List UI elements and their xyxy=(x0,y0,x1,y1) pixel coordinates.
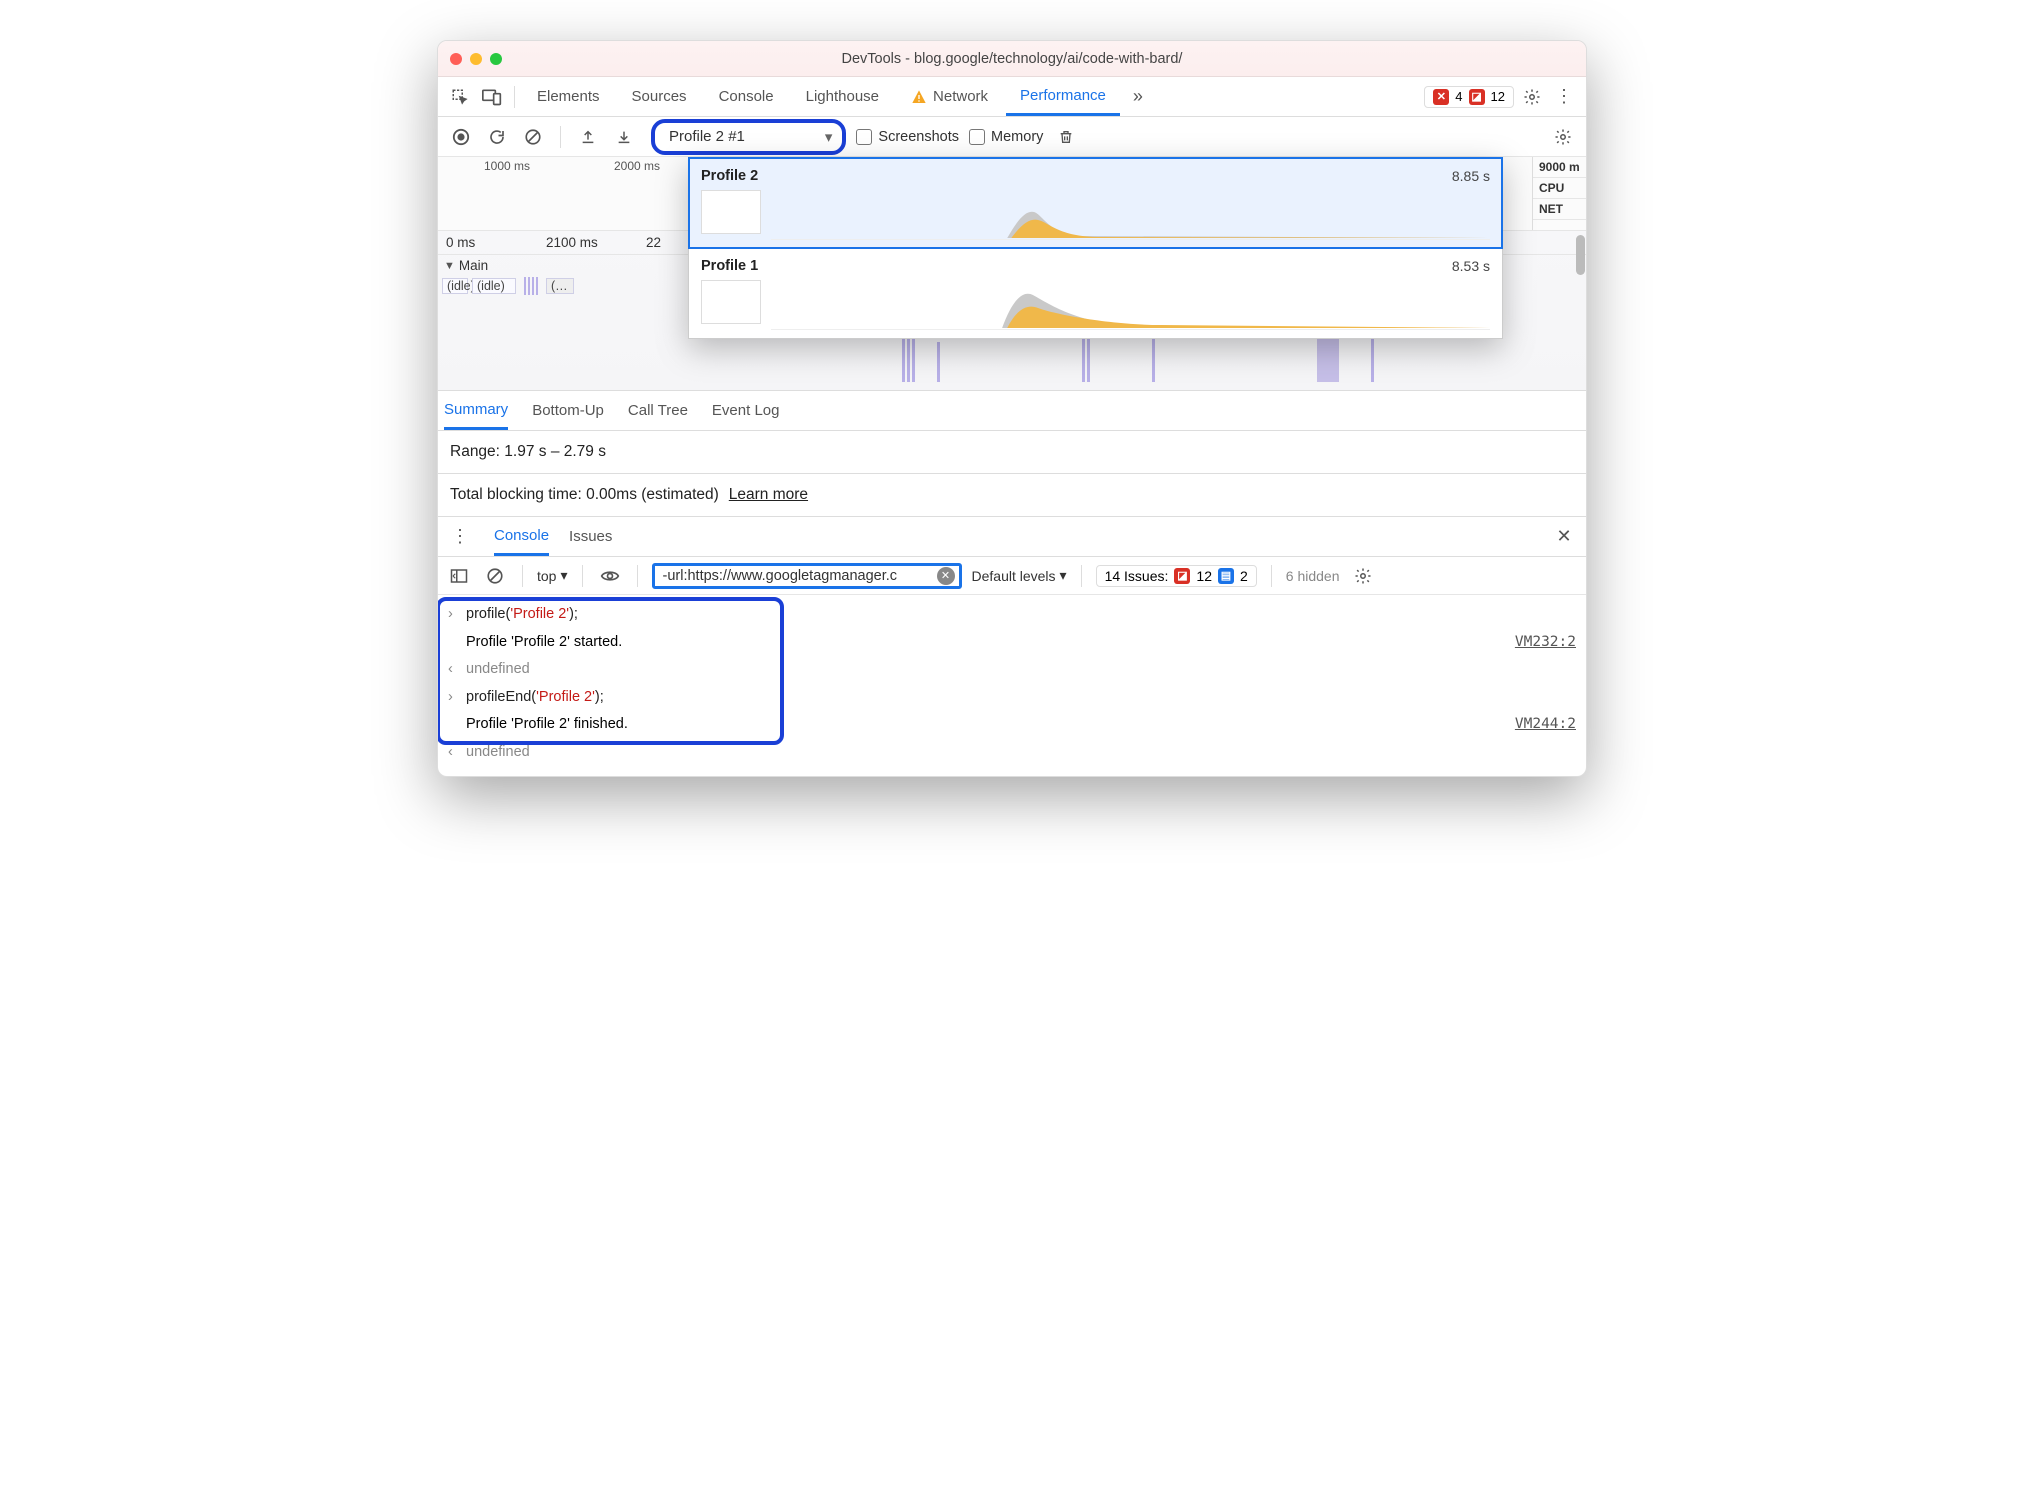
issue-badge-icon: ◪ xyxy=(1469,89,1485,105)
highlight-box xyxy=(437,597,784,745)
context-selector[interactable]: top▾ xyxy=(537,567,568,584)
close-window-button[interactable] xyxy=(450,53,462,65)
profile-dropdown-item[interactable]: Profile 18.53 s xyxy=(689,248,1502,338)
clear-console-icon[interactable] xyxy=(482,563,508,589)
console-toolbar: top▾ -url:https://www.googletagmanager.c… xyxy=(438,557,1586,595)
profile-thumbnail xyxy=(701,190,761,234)
subtab-calltree[interactable]: Call Tree xyxy=(628,391,688,430)
tab-sources[interactable]: Sources xyxy=(618,77,701,116)
subtab-bottomup[interactable]: Bottom-Up xyxy=(532,391,604,430)
panel-tabbar: Elements Sources Console Lighthouse Netw… xyxy=(438,77,1586,117)
clear-button[interactable] xyxy=(520,124,546,150)
chevron-down-icon: ▾ xyxy=(560,567,567,584)
close-drawer-icon[interactable]: ✕ xyxy=(1550,523,1578,551)
profile-minimap xyxy=(771,280,1490,330)
subtab-eventlog[interactable]: Event Log xyxy=(712,391,780,430)
message-badge-icon: ▤ xyxy=(1218,568,1234,584)
download-profile-button[interactable] xyxy=(611,124,637,150)
console-output: › profile('Profile 2'); Profile 'Profile… xyxy=(438,595,1586,776)
overview-side-labels: 9000 m CPU NET xyxy=(1532,157,1586,230)
profile-select[interactable]: Profile 2 #1 ▾ xyxy=(651,119,846,155)
window-title: DevTools - blog.google/technology/ai/cod… xyxy=(502,51,1522,67)
more-tabs-icon[interactable]: » xyxy=(1124,83,1152,111)
titlebar: DevTools - blog.google/technology/ai/cod… xyxy=(438,41,1586,77)
performance-toolbar: Profile 2 #1 ▾ Screenshots Memory xyxy=(438,117,1586,157)
overview-tick: 1000 ms xyxy=(484,159,614,173)
profile-dropdown-item[interactable]: Profile 28.85 s xyxy=(689,158,1502,248)
chevron-down-icon: ▾ xyxy=(825,128,833,146)
learn-more-link[interactable]: Learn more xyxy=(729,486,808,504)
reload-record-button[interactable] xyxy=(484,124,510,150)
issues-counter[interactable]: 14 Issues: ◪12 ▤2 xyxy=(1096,565,1257,587)
record-button[interactable] xyxy=(448,124,474,150)
live-expression-icon[interactable] xyxy=(597,563,623,589)
minimize-window-button[interactable] xyxy=(470,53,482,65)
tab-elements[interactable]: Elements xyxy=(523,77,614,116)
flame-tick: 0 ms xyxy=(446,235,546,250)
scrollbar-thumb[interactable] xyxy=(1576,235,1585,275)
error-counter[interactable]: ✕4 ◪12 xyxy=(1424,86,1514,108)
hidden-count[interactable]: 6 hidden xyxy=(1286,568,1340,584)
issue-badge-icon: ◪ xyxy=(1174,568,1190,584)
drawer-tabbar: ⋮ Console Issues ✕ xyxy=(438,517,1586,557)
drawer-tab-issues[interactable]: Issues xyxy=(569,517,612,556)
tab-console[interactable]: Console xyxy=(705,77,788,116)
details-tabbar: Summary Bottom-Up Call Tree Event Log xyxy=(438,391,1586,431)
summary-tbt: Total blocking time: 0.00ms (estimated) … xyxy=(438,474,1586,517)
console-filter-input[interactable]: -url:https://www.googletagmanager.c ✕ xyxy=(652,563,962,589)
log-levels-selector[interactable]: Default levels ▾ xyxy=(972,567,1067,584)
device-mode-icon[interactable] xyxy=(478,83,506,111)
kebab-menu-icon[interactable]: ⋮ xyxy=(1550,83,1578,111)
panel-settings-icon[interactable] xyxy=(1550,124,1576,150)
chevron-down-icon: ▾ xyxy=(1060,567,1067,584)
devtools-window: DevTools - blog.google/technology/ai/cod… xyxy=(437,40,1587,777)
drawer-tab-console[interactable]: Console xyxy=(494,517,549,556)
profile-thumbnail xyxy=(701,280,761,324)
console-sidebar-toggle-icon[interactable] xyxy=(446,563,472,589)
source-link[interactable]: VM232:2 xyxy=(1515,629,1576,657)
memory-checkbox[interactable]: Memory xyxy=(969,129,1043,145)
kebab-menu-icon[interactable]: ⋮ xyxy=(446,523,474,551)
console-settings-icon[interactable] xyxy=(1350,563,1376,589)
inspect-element-icon[interactable] xyxy=(446,83,474,111)
overview-container: 1000 ms 2000 ms 9000 m CPU NET Profile 2… xyxy=(438,157,1586,391)
warning-icon xyxy=(911,89,927,105)
idle-block: (idle) xyxy=(442,278,468,294)
error-badge-icon: ✕ xyxy=(1433,89,1449,105)
profile-dropdown: Profile 28.85 s Profile 18.53 s xyxy=(688,157,1503,339)
tab-performance[interactable]: Performance xyxy=(1006,77,1120,116)
window-controls xyxy=(450,53,502,65)
trash-icon[interactable] xyxy=(1053,124,1079,150)
source-link[interactable]: VM244:2 xyxy=(1515,711,1576,739)
tab-network[interactable]: Network xyxy=(897,77,1002,116)
profile-minimap xyxy=(771,190,1490,240)
idle-block: (idle) xyxy=(472,278,516,294)
subtab-summary[interactable]: Summary xyxy=(444,391,508,430)
truncated-block: (… xyxy=(546,278,574,294)
tab-lighthouse[interactable]: Lighthouse xyxy=(792,77,893,116)
settings-icon[interactable] xyxy=(1518,83,1546,111)
summary-range: Range: 1.97 s – 2.79 s xyxy=(438,431,1586,474)
clear-filter-icon[interactable]: ✕ xyxy=(937,567,955,585)
flame-tick: 2100 ms xyxy=(546,235,646,250)
screenshots-checkbox[interactable]: Screenshots xyxy=(856,129,959,145)
zoom-window-button[interactable] xyxy=(490,53,502,65)
upload-profile-button[interactable] xyxy=(575,124,601,150)
